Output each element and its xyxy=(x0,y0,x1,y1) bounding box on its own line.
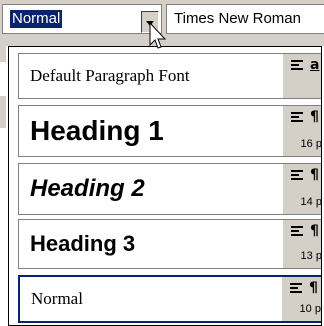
style-size-label: 16 pt xyxy=(300,138,322,150)
style-meta: ¶ 16 pt xyxy=(283,106,322,156)
align-left-icon xyxy=(291,111,305,123)
character-style-icon: a xyxy=(310,57,320,73)
left-edge-strip xyxy=(0,44,6,62)
style-item-default-paragraph-font[interactable]: Default Paragraph Font a xyxy=(18,53,321,99)
style-meta-top: ¶ xyxy=(291,167,321,185)
style-item-label: Heading 1 xyxy=(30,115,164,146)
style-combo-box[interactable]: Normal xyxy=(2,4,162,34)
paragraph-mark-icon: ¶ xyxy=(309,280,318,296)
style-meta-top: ¶ xyxy=(291,109,321,127)
align-left-icon xyxy=(290,282,304,294)
style-item-label: Normal xyxy=(31,289,83,308)
style-size-label: 13 pt xyxy=(300,250,322,262)
paragraph-mark-icon: ¶ xyxy=(310,167,319,183)
left-edge-strip xyxy=(0,96,6,128)
style-meta-top: ¶ xyxy=(290,280,321,298)
style-meta: a xyxy=(283,54,321,98)
align-left-icon xyxy=(291,169,305,181)
align-left-icon xyxy=(291,225,305,237)
style-item-heading-1[interactable]: Heading 1 ¶ 16 pt xyxy=(18,105,322,157)
style-item-normal[interactable]: Normal ¶ 10 pt xyxy=(18,275,322,323)
style-item-label: Heading 2 xyxy=(30,175,145,202)
font-combo-value[interactable]: Times New Roman xyxy=(174,10,301,28)
style-item-label: Default Paragraph Font xyxy=(30,66,190,85)
paragraph-mark-icon: ¶ xyxy=(310,223,319,239)
font-combo-box[interactable]: Times New Roman xyxy=(166,4,324,34)
style-size-label: 10 pt xyxy=(299,303,322,315)
style-item-label: Heading 3 xyxy=(30,231,136,256)
style-dropdown-list[interactable]: Default Paragraph Font a Heading 1 ¶ 16 … xyxy=(8,46,322,326)
paragraph-mark-icon: ¶ xyxy=(310,109,319,125)
style-combo-value[interactable]: Normal xyxy=(10,10,63,28)
style-meta: ¶ 14 pt xyxy=(283,164,322,214)
style-meta-top: a xyxy=(291,57,321,75)
style-meta-top: ¶ xyxy=(291,223,321,241)
mouse-cursor-icon xyxy=(149,22,167,49)
style-size-label: 14 pt xyxy=(300,196,322,208)
style-item-heading-2[interactable]: Heading 2 ¶ 14 pt xyxy=(18,163,322,215)
style-meta: ¶ 13 pt xyxy=(283,220,322,268)
style-meta: ¶ 10 pt xyxy=(282,277,322,321)
style-item-heading-3[interactable]: Heading 3 ¶ 13 pt xyxy=(18,219,322,269)
align-left-icon xyxy=(291,59,305,71)
